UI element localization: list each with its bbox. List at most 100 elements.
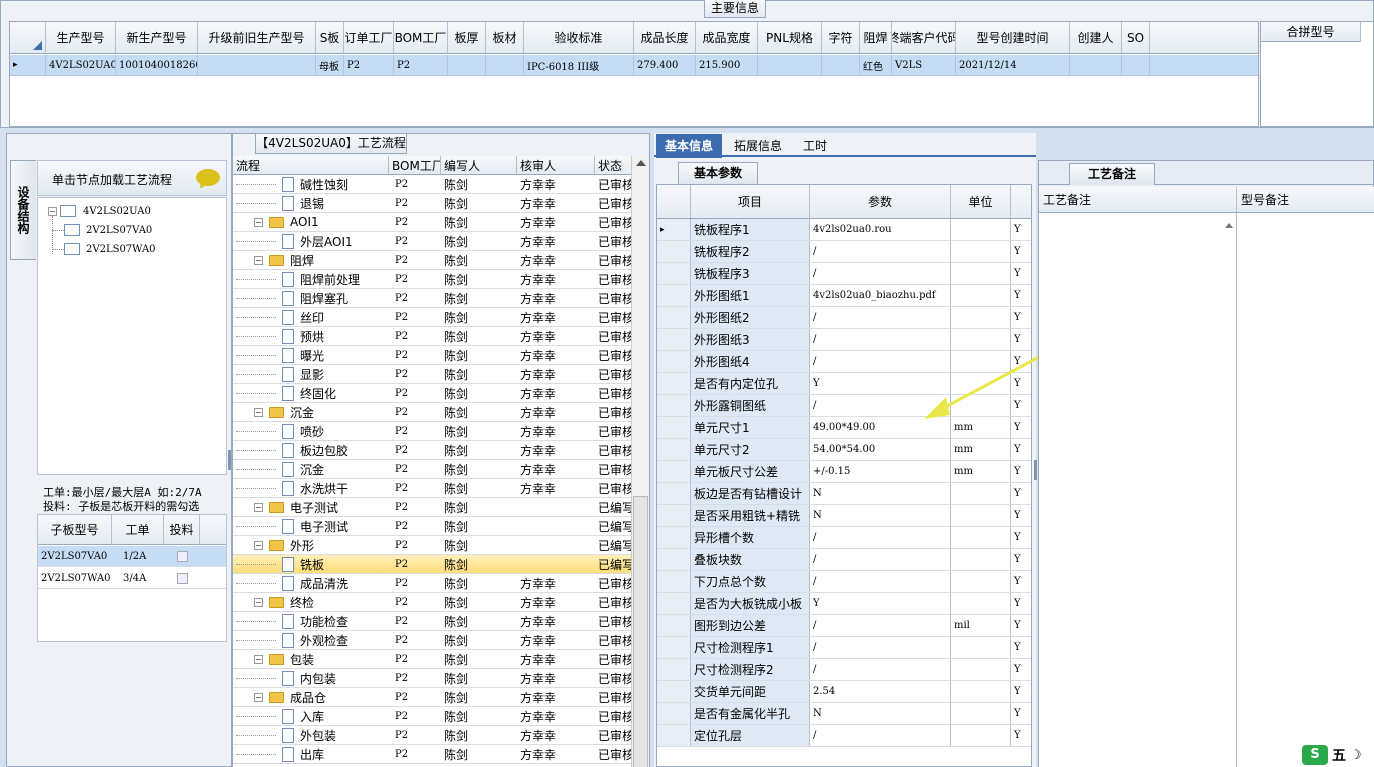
column-header[interactable]: 创建人 (1070, 22, 1122, 53)
flow-row[interactable]: 阻焊前处理 P2 陈剑 方幸幸 已审核 (233, 270, 634, 289)
param-row[interactable]: 板边是否有钻槽设计 N Y (657, 483, 1031, 505)
collapse-icon[interactable]: − (254, 597, 263, 607)
param-value-cell[interactable]: / (810, 263, 951, 284)
param-row[interactable]: 是否采用粗铣+精铣 N Y (657, 505, 1031, 527)
flow-row[interactable]: 内包装 P2 陈剑 方幸幸 已审核 (233, 669, 634, 688)
param-row[interactable]: 铣板程序3/ Y (657, 263, 1031, 285)
column-header[interactable]: 生产型号 (46, 22, 116, 53)
flow-row[interactable]: 丝印 P2 陈剑 方幸幸 已审核 (233, 308, 634, 327)
scroll-thumb[interactable] (633, 496, 648, 767)
column-header[interactable]: BOM工厂 (394, 22, 448, 53)
flow-row[interactable]: 阻焊塞孔 P2 陈剑 方幸幸 已审核 (233, 289, 634, 308)
param-value-cell[interactable]: 2.54 (810, 681, 951, 702)
param-row[interactable]: 外形图纸1 4v2ls02ua0_biaozhu.pdf Y (657, 285, 1031, 307)
scroll-up-arrow[interactable] (636, 160, 646, 166)
tab-extended-info[interactable]: 拓展信息 (726, 134, 790, 158)
param-value-cell[interactable]: / (810, 615, 951, 636)
tree-child-node[interactable]: 2V2LS07WA0 (52, 241, 156, 257)
param-value-cell[interactable]: 4v2ls02ua0.rou (810, 219, 951, 240)
collapse-icon[interactable]: − (254, 255, 263, 265)
param-value-cell[interactable]: / (810, 637, 951, 658)
flow-column-header[interactable]: BOM工厂 (389, 156, 441, 174)
collapse-icon[interactable]: − (254, 407, 263, 417)
param-row[interactable]: 异形槽个数 / Y (657, 527, 1031, 549)
collapse-icon[interactable]: − (254, 217, 263, 227)
flow-column-header[interactable]: 状态 (595, 156, 635, 174)
param-value-cell[interactable]: / (810, 241, 951, 262)
flow-row[interactable]: 功能检查 P2 陈剑 方幸幸 已审核 (233, 612, 634, 631)
column-header[interactable]: 升级前旧生产型号 (198, 22, 316, 53)
flow-row[interactable]: 成品清洗 P2 陈剑 方幸幸 已审核 (233, 574, 634, 593)
param-row[interactable]: 叠板块数 / Y (657, 549, 1031, 571)
param-value-cell[interactable]: N (810, 505, 951, 526)
collapse-icon[interactable]: − (48, 206, 57, 216)
header-corner[interactable] (10, 22, 46, 53)
flow-column-header[interactable]: 编写人 (441, 156, 517, 174)
sub-table-row[interactable]: 2V2LS07WA0 3/4A (38, 568, 226, 589)
param-value-cell[interactable]: / (810, 571, 951, 592)
flow-row[interactable]: 曝光 P2 陈剑 方幸幸 已审核 (233, 346, 634, 365)
flow-scrollbar[interactable] (631, 156, 649, 767)
flow-row[interactable]: 碱性蚀刻 P2 陈剑 方幸幸 已审核 (233, 175, 634, 194)
param-value-cell[interactable]: 54.00*54.00 (810, 439, 951, 460)
tree-root-node[interactable]: − 4V2LS02UA0 (48, 203, 151, 219)
param-value-cell[interactable]: 4v2ls02ua0_biaozhu.pdf (810, 285, 951, 306)
flow-row[interactable]: 水洗烘干 P2 陈剑 方幸幸 已审核 (233, 479, 634, 498)
column-header[interactable]: 字符 (822, 22, 860, 53)
vertical-splitter-left[interactable] (228, 450, 231, 470)
collapse-icon[interactable]: − (254, 540, 263, 550)
horizontal-splitter[interactable] (0, 128, 1374, 132)
flow-row[interactable]: 显影 P2 陈剑 方幸幸 已审核 (233, 365, 634, 384)
tab-work-hours[interactable]: 工时 (794, 134, 836, 158)
model-notes-area[interactable] (1237, 213, 1374, 767)
param-row[interactable]: 图形到边公差 / mil Y (657, 615, 1031, 637)
flow-row[interactable]: 预烘 P2 陈剑 方幸幸 已审核 (233, 327, 634, 346)
param-value-cell[interactable]: N (810, 483, 951, 504)
column-header[interactable]: 验收标准 (524, 22, 634, 53)
param-value-cell[interactable]: / (810, 527, 951, 548)
sub-tab-basic-params[interactable]: 基本参数 (678, 162, 758, 184)
feed-checkbox[interactable] (174, 546, 194, 566)
param-value-cell[interactable]: / (810, 725, 951, 746)
column-header[interactable]: 订单工厂 (344, 22, 394, 53)
collapse-icon[interactable]: − (254, 692, 263, 702)
flow-row[interactable]: − 终检 P2 陈剑 方幸幸 已审核 (233, 593, 634, 612)
column-header[interactable]: SO (1122, 22, 1150, 53)
flow-row[interactable]: 铣板 P2 陈剑 已编写 (233, 555, 634, 574)
flow-row[interactable]: − 成品仓 P2 陈剑 方幸幸 已审核 (233, 688, 634, 707)
flow-row[interactable]: 外包装 P2 陈剑 方幸幸 已审核 (233, 726, 634, 745)
param-value-cell[interactable]: / (810, 659, 951, 680)
flow-row[interactable]: 喷砂 P2 陈剑 方幸幸 已审核 (233, 422, 634, 441)
flow-row[interactable]: 终固化 P2 陈剑 方幸幸 已审核 (233, 384, 634, 403)
param-row[interactable]: 尺寸检测程序2/ Y (657, 659, 1031, 681)
param-value-cell[interactable]: N (810, 703, 951, 724)
feed-checkbox[interactable] (174, 568, 194, 588)
flow-row[interactable]: − 阻焊 P2 陈剑 方幸幸 已审核 (233, 251, 634, 270)
param-row[interactable]: 交货单元间距 2.54 Y (657, 681, 1031, 703)
column-header[interactable]: 成品宽度 (696, 22, 758, 53)
flow-row[interactable]: − 外形 P2 陈剑 已编写 (233, 536, 634, 555)
ime-tray[interactable]: S 五 ☽ (1302, 743, 1374, 767)
flow-column-header[interactable]: 核审人 (517, 156, 595, 174)
tab-process-notes[interactable]: 工艺备注 (1069, 163, 1155, 185)
param-row[interactable]: 尺寸检测程序1/ Y (657, 637, 1031, 659)
main-grid-row[interactable]: ▸4V2LS02UA010010400182604母板P2P2IPC-6018 … (10, 55, 1258, 76)
param-value-cell[interactable]: Y (810, 593, 951, 614)
column-header[interactable]: 板厚 (448, 22, 486, 53)
flow-row[interactable]: − 沉金 P2 陈剑 方幸幸 已审核 (233, 403, 634, 422)
column-header[interactable]: 阻焊 (860, 22, 892, 53)
flow-row[interactable]: 外观检查 P2 陈剑 方幸幸 已审核 (233, 631, 634, 650)
param-row[interactable]: 定位孔层 / Y (657, 725, 1031, 747)
flow-row[interactable]: 沉金 P2 陈剑 方幸幸 已审核 (233, 460, 634, 479)
flow-row[interactable]: 退锡 P2 陈剑 方幸幸 已审核 (233, 194, 634, 213)
param-row[interactable]: 单元尺寸2 54.00*54.00 mm Y (657, 439, 1031, 461)
vertical-splitter-right[interactable] (1034, 460, 1037, 480)
param-value-cell[interactable]: +/-0.15 (810, 461, 951, 482)
column-header[interactable]: 型号创建时间 (956, 22, 1070, 53)
flow-row[interactable]: − 电子测试 P2 陈剑 已编写 (233, 498, 634, 517)
column-header[interactable]: 终端客户代码 (892, 22, 956, 53)
param-row[interactable]: 是否为大板铣成小板 Y Y (657, 593, 1031, 615)
collapse-icon[interactable]: − (254, 654, 263, 664)
column-header[interactable]: 新生产型号 (116, 22, 198, 53)
param-row[interactable]: 铣板程序2/ Y (657, 241, 1031, 263)
